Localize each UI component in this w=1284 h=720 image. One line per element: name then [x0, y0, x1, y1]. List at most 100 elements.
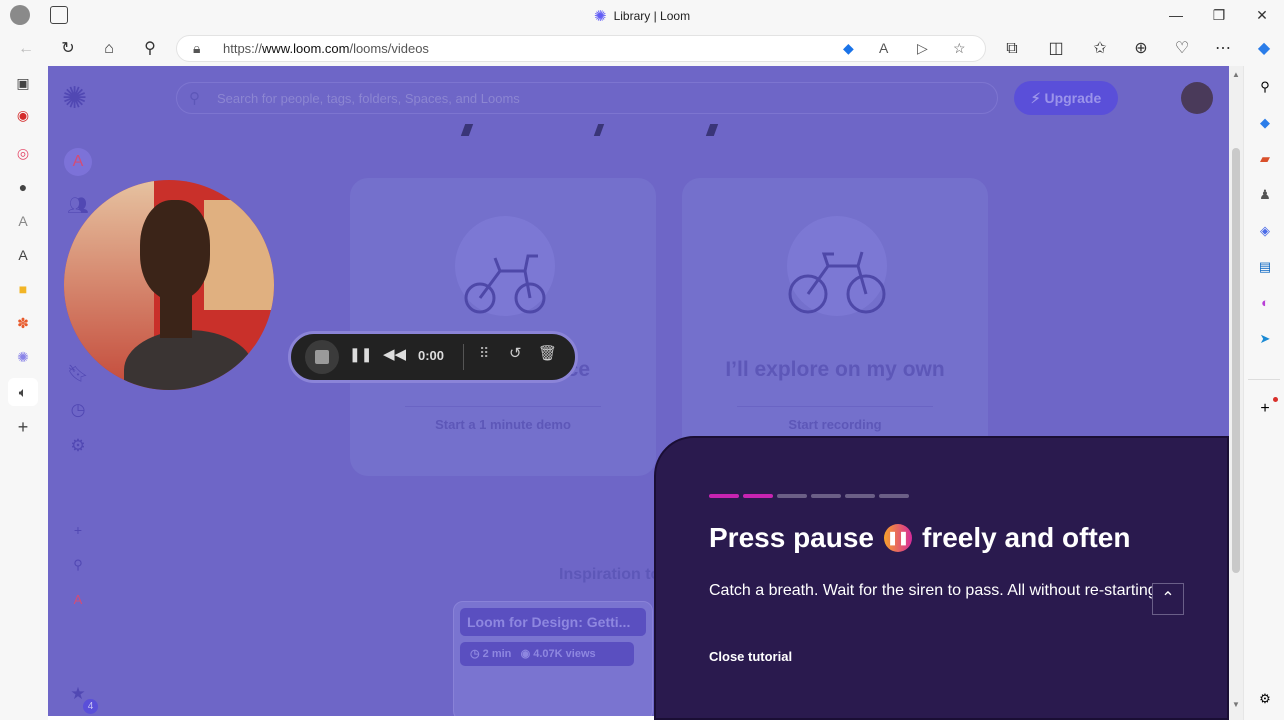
font-app-icon[interactable]: A: [12, 210, 34, 232]
browser-essentials-icon[interactable]: ♡: [1169, 36, 1195, 62]
favorites-icon[interactable]: ✩: [1087, 36, 1113, 62]
video-meta: ◷ 2 min ◉ 4.07K views: [460, 642, 634, 666]
search-icon[interactable]: ⚲: [1254, 76, 1276, 98]
notes-icon[interactable]: ■: [12, 278, 34, 300]
loom-sidebar-icon[interactable]: ✺: [12, 346, 34, 368]
immersive-reader-icon[interactable]: ▷: [917, 40, 928, 57]
profile-icon[interactable]: [10, 5, 30, 25]
figma-icon[interactable]: ✽: [12, 312, 34, 334]
progress-step-2: [743, 494, 773, 498]
progress-step-6: [879, 494, 909, 498]
search-icon[interactable]: ⚲: [66, 553, 90, 577]
scroll-up-icon[interactable]: ⌃: [1152, 583, 1184, 615]
tab-title: Library | Loom: [613, 9, 691, 23]
pause-button[interactable]: ❚❚: [349, 346, 372, 363]
outlook-icon[interactable]: ▤: [1254, 256, 1276, 278]
divider: [1248, 379, 1280, 380]
recording-timer: 0:00: [418, 348, 445, 363]
maximize-button[interactable]: ❐: [1204, 4, 1234, 26]
browser-right-sidebar: ⚲ ◆ ▰ ♟ ◈ ▤ ◐ ➤ + ⚙: [1243, 66, 1284, 720]
start-recording-link[interactable]: Start recording: [737, 417, 933, 432]
record-icon[interactable]: ◉: [12, 104, 34, 126]
drag-handle-icon[interactable]: ⠿: [479, 345, 489, 362]
audio-tab-icon[interactable]: 🔈︎: [8, 378, 38, 406]
microsoft-365-icon[interactable]: ◈: [1254, 220, 1276, 242]
restart-button[interactable]: ↺: [509, 344, 522, 362]
stop-button[interactable]: [305, 340, 339, 374]
tutorial-title: Press pause ❚❚ freely and often: [709, 522, 1131, 553]
more-menu-icon[interactable]: ⋯: [1210, 36, 1236, 62]
heading-fragment: [593, 124, 605, 136]
notification-dot: [1273, 397, 1278, 402]
settings-icon[interactable]: ⚙: [66, 434, 90, 458]
inspiration-heading: Inspiration to: [559, 566, 661, 583]
favorite-star-icon[interactable]: ☆: [953, 40, 966, 57]
explore-title: I’ll explore on my own: [725, 358, 945, 381]
webcam-background: [204, 200, 274, 310]
add-sidebar-app-icon[interactable]: +: [1254, 398, 1276, 420]
designer-icon[interactable]: ◐: [1254, 292, 1276, 314]
browser-tab[interactable]: ✺ Library | Loom: [594, 7, 690, 25]
split-screen-icon[interactable]: ◫: [1043, 36, 1069, 62]
divider: [463, 344, 464, 370]
telegram-icon[interactable]: ➤: [1254, 328, 1276, 350]
progress-step-4: [811, 494, 841, 498]
add-icon[interactable]: +: [66, 518, 90, 542]
games-icon[interactable]: ♟: [1254, 184, 1276, 206]
search-icon: ⚲: [189, 90, 200, 107]
url-text: https://www.loom.com/looms/videos: [223, 41, 429, 56]
extensions-icon[interactable]: ⧉: [999, 36, 1025, 62]
divider: [737, 406, 933, 407]
shopping-tag-icon[interactable]: ◆: [1254, 112, 1276, 134]
scroll-down-arrow-icon[interactable]: ▼: [1232, 700, 1240, 709]
close-tutorial-link[interactable]: Close tutorial: [709, 649, 792, 664]
delete-button[interactable]: 🗑︎: [538, 344, 557, 362]
lock-icon: 🔒︎: [193, 40, 201, 56]
tutorial-panel: Press pause ❚❚ freely and often Catch a …: [654, 436, 1229, 720]
close-window-button[interactable]: ✕: [1247, 4, 1277, 26]
scroll-up-arrow-icon[interactable]: ▲: [1232, 70, 1240, 79]
home-button[interactable]: ⌂: [96, 36, 122, 62]
loom-logo-icon[interactable]: ✺: [62, 84, 87, 114]
person-neck: [160, 290, 192, 338]
guided-demo-card[interactable]: ce Start a 1 minute demo: [350, 178, 656, 476]
search-field[interactable]: ⚲ Search for people, tags, folders, Spac…: [176, 82, 998, 114]
minimize-button[interactable]: —: [1161, 4, 1191, 26]
github-icon[interactable]: ●: [12, 176, 34, 198]
notification-badge: 4: [83, 699, 98, 714]
workspace-avatar[interactable]: A: [64, 148, 92, 176]
tab-strip-icon[interactable]: ▣: [12, 72, 34, 94]
eye-icon: ◉: [520, 648, 531, 660]
rewind-button[interactable]: ◀◀: [383, 345, 406, 363]
upgrade-button[interactable]: ⚡︎ Upgrade: [1014, 81, 1118, 115]
workspace-small-avatar[interactable]: A: [66, 588, 90, 612]
tools-icon[interactable]: ▰: [1254, 148, 1276, 170]
webcam-bubble[interactable]: [64, 180, 274, 390]
pause-icon: ❚❚: [884, 524, 912, 552]
divider: [405, 406, 601, 407]
settings-icon[interactable]: ⚙: [1254, 688, 1276, 710]
font-app-2-icon[interactable]: A: [12, 244, 34, 266]
recording-controls: ❚❚ ◀◀ 0:00 ⠿ ↺ 🗑︎: [288, 331, 578, 383]
progress-step-5: [845, 494, 875, 498]
explore-card[interactable]: I’ll explore on my own Start recording: [682, 178, 988, 476]
page-scrollbar[interactable]: ▲ ▼: [1229, 66, 1243, 720]
bike-icon: [787, 216, 887, 316]
coupon-tag-icon[interactable]: ◆: [843, 40, 854, 57]
avatar[interactable]: [1181, 82, 1213, 114]
search-icon[interactable]: ⚲: [137, 36, 163, 62]
refresh-button[interactable]: ↻: [55, 36, 81, 62]
inspiration-video-card[interactable]: Loom for Design: Getti... ◷ 2 min ◉ 4.07…: [453, 601, 653, 716]
clock-icon[interactable]: ◷: [66, 398, 90, 422]
address-bar[interactable]: 🔒︎ https://www.loom.com/looms/videos ◆ A…: [176, 35, 986, 62]
training-bike-icon: [455, 216, 555, 316]
scrollbar-thumb[interactable]: [1232, 148, 1240, 573]
add-app-icon[interactable]: +: [12, 416, 34, 438]
tab-actions-icon[interactable]: [50, 6, 68, 24]
back-button[interactable]: ←: [13, 36, 39, 62]
collections-icon[interactable]: ⊕: [1128, 36, 1154, 62]
start-demo-link[interactable]: Start a 1 minute demo: [405, 417, 601, 432]
copilot-icon[interactable]: ◆: [1251, 36, 1277, 62]
read-aloud-icon[interactable]: A: [879, 40, 888, 56]
pinned-app-icon[interactable]: ◎: [12, 142, 34, 164]
